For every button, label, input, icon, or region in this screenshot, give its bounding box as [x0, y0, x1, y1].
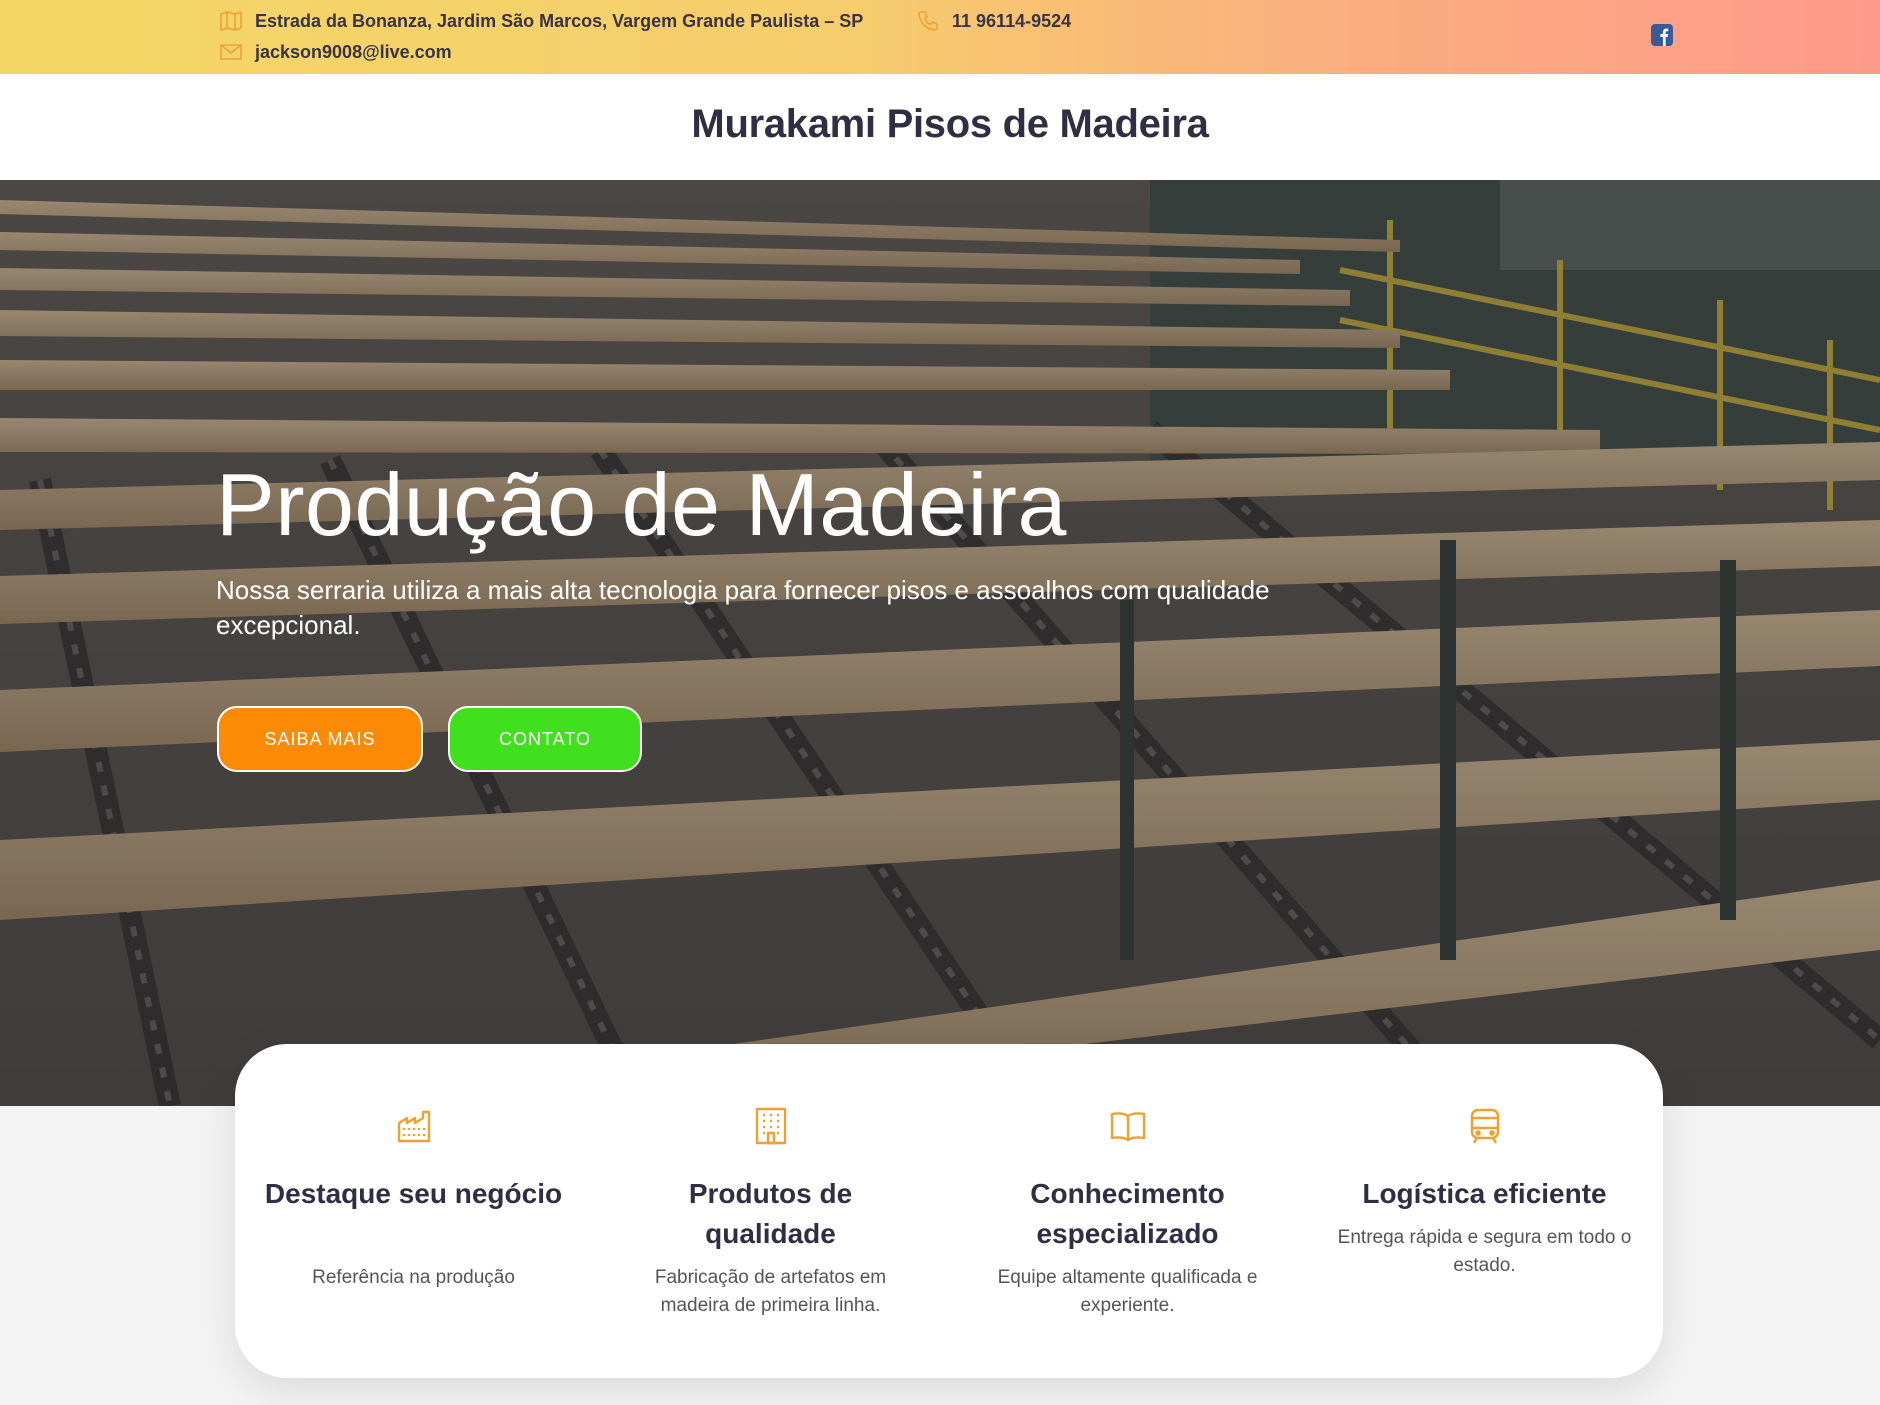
- book-icon: [1110, 1112, 1145, 1142]
- feature-description: Entrega rápida e segura em todo o estado…: [1337, 1227, 1632, 1276]
- facebook-icon[interactable]: [1651, 24, 1673, 46]
- saiba-mais-button[interactable]: SAIBA MAIS: [217, 706, 423, 772]
- train-icon: [1470, 1108, 1499, 1144]
- features-card: Destaque seu negócio Referência na produ…: [235, 1044, 1663, 1378]
- feature-description: Fabricação de artefatos em madeira de pr…: [654, 1267, 887, 1316]
- feature-item: Logística eficiente Entrega rápida e seg…: [1306, 1044, 1663, 1378]
- hero-section: Produção de Madeira Nossa serraria utili…: [0, 180, 1880, 1106]
- feature-item: Conhecimento especializado Equipe altame…: [949, 1044, 1306, 1378]
- feature-title: Destaque seu negócio: [264, 1178, 563, 1209]
- hero-title: Produção de Madeira: [216, 455, 1067, 554]
- factory-icon: [397, 1110, 430, 1143]
- hero-overlay: [0, 180, 1880, 1106]
- site-header: Murakami Pisos de Madeira: [0, 74, 1880, 180]
- hero-subtitle: Nossa serraria utiliza a mais alta tecno…: [216, 575, 1270, 640]
- feature-title: Conhecimento especializado: [1030, 1178, 1225, 1249]
- feature-title: Logística eficiente: [1362, 1178, 1607, 1209]
- email-item[interactable]: jackson9008@live.com: [219, 40, 452, 64]
- mail-icon: [220, 44, 242, 60]
- phone-icon: [918, 11, 938, 31]
- contato-button[interactable]: CONTATO: [448, 706, 642, 772]
- phone-text: 11 96114-9524: [952, 10, 1072, 31]
- feature-item: Destaque seu negócio Referência na produ…: [235, 1044, 592, 1378]
- feature-item: Produtos de qualidade Fabricação de arte…: [592, 1044, 949, 1378]
- top-contact-bar: Estrada da Bonanza, Jardim São Marcos, V…: [0, 0, 1880, 74]
- building-icon: [755, 1107, 786, 1145]
- site-title[interactable]: Murakami Pisos de Madeira: [0, 102, 1880, 147]
- email-text: jackson9008@live.com: [255, 41, 452, 62]
- phone-item[interactable]: 11 96114-9524: [916, 9, 1071, 33]
- feature-title: Produtos de qualidade: [688, 1178, 853, 1249]
- map-icon: [220, 11, 242, 31]
- feature-description: Equipe altamente qualificada e experient…: [997, 1267, 1258, 1316]
- feature-description: Referência na produção: [312, 1267, 515, 1288]
- address-text: Estrada da Bonanza, Jardim São Marcos, V…: [255, 10, 864, 31]
- address-item: Estrada da Bonanza, Jardim São Marcos, V…: [219, 9, 863, 33]
